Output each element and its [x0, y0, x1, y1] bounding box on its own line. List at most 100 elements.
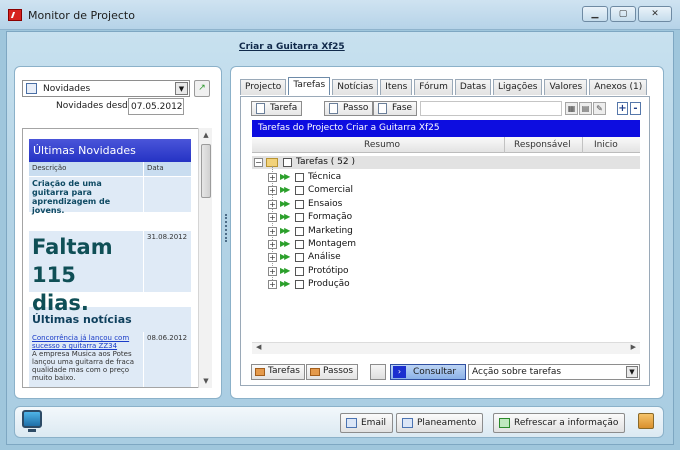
project-link[interactable]: Criar a Guitarra Xf25	[239, 42, 345, 52]
refresh-news-button[interactable]: ↗	[194, 80, 210, 97]
collapse-all-button[interactable]: -	[630, 102, 641, 115]
expand-icon[interactable]: +	[268, 280, 277, 290]
expand-icon[interactable]: +	[268, 253, 277, 263]
checkbox[interactable]	[295, 186, 304, 196]
refresh-button[interactable]: Refrescar a informação	[493, 413, 626, 433]
print-icon[interactable]: ▤	[579, 102, 592, 115]
checkbox[interactable]	[295, 226, 304, 236]
scroll-down-icon[interactable]: ▼	[199, 374, 213, 388]
scroll-thumb[interactable]	[201, 144, 211, 198]
expand-icon[interactable]: +	[268, 173, 277, 182]
tasks-view-button[interactable]: Tarefas	[251, 364, 305, 380]
scroll-left-icon[interactable]: ◀	[256, 343, 261, 351]
chevron-down-icon[interactable]: ▼	[175, 82, 188, 95]
tree-item[interactable]: + ▶▶ Formação	[252, 211, 640, 224]
tree-item[interactable]: + ▶▶ Comercial	[252, 184, 640, 197]
grid-hscrollbar[interactable]: ◀ ▶	[252, 342, 640, 354]
tree-root-row[interactable]: − Tarefas ( 52 )	[252, 156, 640, 169]
col-start[interactable]: Inicio	[594, 140, 618, 150]
news-frame: Últimas Novidades Descrição Data Criação…	[22, 128, 212, 388]
tree-item[interactable]: + ▶▶ Montagem	[252, 238, 640, 251]
tree-item[interactable]: + ▶▶ Marketing	[252, 225, 640, 238]
tab-projecto[interactable]: Projecto	[240, 79, 287, 95]
scroll-right-icon[interactable]: ▶	[631, 343, 636, 351]
col-responsible[interactable]: Responsável	[514, 140, 571, 150]
tab-itens[interactable]: Itens	[380, 79, 413, 95]
expand-icon[interactable]: +	[268, 266, 277, 276]
steps-view-button[interactable]: Passos	[306, 364, 359, 380]
minimize-icon[interactable]: ▁	[582, 6, 608, 22]
tab-noticias[interactable]: Notícias	[332, 79, 379, 95]
col-summary[interactable]: Resumo	[364, 140, 400, 150]
step-arrow-icon: ▶▶	[280, 198, 290, 208]
grid-title: Tarefas do Projecto Criar a Guitarra Xf2…	[252, 120, 640, 137]
news-date: 08.06.2012	[143, 332, 191, 387]
scroll-up-icon[interactable]: ▲	[199, 128, 213, 142]
checkbox[interactable]	[283, 158, 292, 167]
tree-item[interactable]: + ▶▶ Ensaios	[252, 198, 640, 211]
step-arrow-icon: ▶▶	[280, 239, 290, 248]
checkbox[interactable]	[295, 266, 304, 276]
expand-icon[interactable]: +	[268, 226, 277, 236]
checkbox[interactable]	[295, 173, 304, 182]
grid-view-icon[interactable]: ▦	[565, 102, 578, 115]
countdown-date: 31.08.2012	[143, 231, 191, 292]
email-button[interactable]: Email	[340, 413, 393, 433]
tree-item-label: Montagem	[308, 239, 357, 249]
steps-icon	[310, 368, 320, 376]
checkbox[interactable]	[295, 199, 304, 209]
step-arrow-icon: ▶▶	[280, 185, 290, 195]
tree-item[interactable]: + ▶▶ Análise	[252, 251, 640, 264]
checkbox[interactable]	[295, 240, 304, 249]
list-view-icon[interactable]	[370, 364, 386, 380]
settings-icon[interactable]: ✎	[593, 102, 606, 115]
tree-item[interactable]: + ▶▶ Técnica	[252, 171, 640, 184]
filter-field[interactable]	[420, 101, 562, 116]
news-link[interactable]: Concorrência já lançou com sucesso a gui…	[32, 334, 140, 350]
close-icon[interactable]: ✕	[638, 6, 672, 22]
expand-icon[interactable]: +	[268, 186, 277, 196]
tree-item[interactable]: + ▶▶ Produção	[252, 278, 640, 291]
expand-icon[interactable]: +	[268, 199, 277, 209]
news-scrollbar[interactable]: ▲ ▼	[198, 128, 212, 388]
add-phase-button[interactable]: Fase	[373, 101, 418, 116]
step-arrow-icon: ▶▶	[280, 172, 290, 181]
news-type-select[interactable]: Novidades ▼	[22, 80, 190, 97]
checkbox[interactable]	[295, 253, 304, 263]
collapse-icon[interactable]: −	[254, 158, 263, 167]
tab-ligacoes[interactable]: Ligações	[493, 79, 543, 95]
tree-item[interactable]: + ▶▶ Protótipo	[252, 265, 640, 278]
add-step-button[interactable]: Passo	[324, 101, 374, 116]
expand-icon[interactable]: +	[268, 213, 277, 223]
page-icon	[256, 103, 265, 114]
step-arrow-icon: ▶▶	[280, 265, 290, 275]
tree-item-label: Marketing	[308, 225, 353, 236]
tree-item-label: Ensaios	[308, 198, 343, 209]
maximize-icon[interactable]: ▢	[610, 6, 636, 22]
news-item-text: Criação de uma guitarra para aprendizage…	[32, 179, 111, 215]
tree-item-label: Técnica	[308, 172, 342, 182]
planning-button[interactable]: Planeamento	[396, 413, 484, 433]
tab-bar: Projecto Tarefas Notícias Itens Fórum Da…	[240, 77, 649, 96]
chevron-down-icon[interactable]: ▼	[626, 366, 638, 378]
consult-button[interactable]: › Consultar	[390, 364, 466, 380]
calendar-icon	[402, 418, 413, 428]
checkbox[interactable]	[295, 213, 304, 223]
tab-datas[interactable]: Datas	[454, 79, 492, 95]
checkbox[interactable]	[295, 280, 304, 290]
expand-icon[interactable]: +	[268, 240, 277, 249]
tab-tarefas[interactable]: Tarefas	[288, 77, 331, 95]
add-task-button[interactable]: Tarefa	[251, 101, 303, 116]
step-arrow-icon: ▶▶	[280, 252, 290, 262]
monitor-icon[interactable]	[22, 410, 42, 432]
tab-valores[interactable]: Valores	[544, 79, 588, 95]
tab-anexos[interactable]: Anexos (1)	[589, 79, 648, 95]
panel-splitter[interactable]	[225, 214, 228, 242]
tab-forum[interactable]: Fórum	[414, 79, 453, 95]
since-date-field[interactable]: 07.05.2012	[128, 98, 184, 115]
task-action-select[interactable]: Acção sobre tarefas ▼	[468, 364, 640, 380]
since-label: Novidades desde	[56, 101, 134, 111]
notes-icon[interactable]	[638, 413, 654, 429]
expand-all-button[interactable]: +	[617, 102, 628, 115]
news-body: A empresa Musica aos Potes lançou uma gu…	[32, 350, 134, 382]
